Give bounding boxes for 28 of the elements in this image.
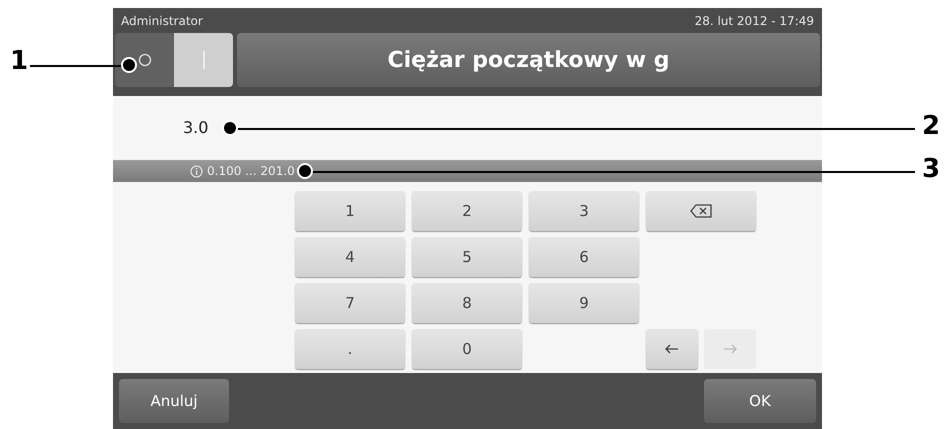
number-key[interactable]: . [295, 329, 405, 369]
backspace-icon [690, 204, 712, 218]
bar-icon [202, 51, 206, 69]
date-time: 28. lut 2012 - 17:49 [694, 12, 814, 30]
number-key[interactable]: 7 [295, 283, 405, 323]
value-field[interactable]: 3.0 [183, 116, 208, 140]
number-key[interactable]: 0 [412, 329, 522, 369]
user-name: Administrator [121, 12, 203, 30]
left-arrow-button[interactable] [646, 329, 698, 369]
callout-number: 1 [10, 48, 28, 74]
number-key[interactable]: 1 [295, 191, 405, 231]
number-key[interactable]: 3 [529, 191, 639, 231]
ok-button[interactable]: OK [704, 379, 816, 423]
on-off-toggle[interactable] [115, 33, 233, 87]
cancel-button[interactable]: Anuluj [119, 379, 229, 423]
callout-number: 3 [922, 156, 940, 182]
circle-icon [138, 53, 152, 67]
number-key[interactable]: 8 [412, 283, 522, 323]
title-bar: Ciężar początkowy w g [237, 33, 820, 87]
range-text: 0.100 ... 201.0 [207, 163, 295, 180]
number-key[interactable]: 5 [412, 237, 522, 277]
number-key[interactable]: 2 [412, 191, 522, 231]
callout-number: 2 [922, 113, 940, 139]
number-key[interactable]: 4 [295, 237, 405, 277]
number-key[interactable]: 9 [529, 283, 639, 323]
number-key[interactable]: 6 [529, 237, 639, 277]
info-icon [190, 164, 203, 178]
backspace-button[interactable] [646, 191, 756, 231]
